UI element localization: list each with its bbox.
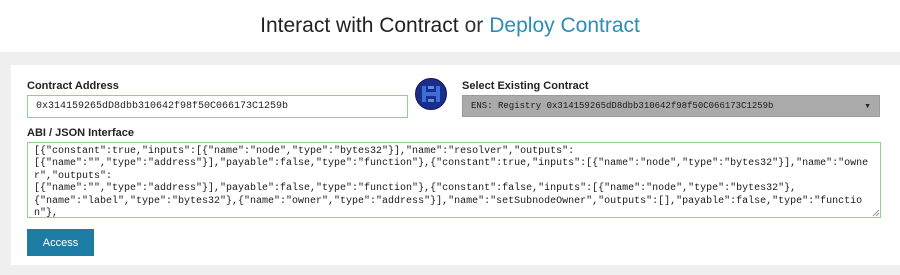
deploy-contract-link[interactable]: Deploy Contract xyxy=(489,14,640,38)
identicon-icon xyxy=(416,79,446,109)
abi-label: ABI / JSON Interface xyxy=(27,127,134,139)
existing-contract-select[interactable]: ENS: Registry 0x314159265dD8dbb310642f98… xyxy=(462,95,880,117)
access-button[interactable]: Access xyxy=(27,229,94,256)
contract-address-label: Contract Address xyxy=(27,80,119,92)
interact-title: Interact with Contract xyxy=(260,14,459,37)
page-header: Interact with Contract or Deploy Contrac… xyxy=(0,0,900,52)
select-contract-label: Select Existing Contract xyxy=(462,80,589,92)
contract-address-input[interactable] xyxy=(27,95,408,118)
resize-grip-icon[interactable] xyxy=(872,209,880,217)
contract-identicon xyxy=(415,78,447,110)
abi-json-textarea[interactable]: [{"constant":true,"inputs":[{"name":"nod… xyxy=(27,142,881,218)
caret-down-icon: ▼ xyxy=(864,102,871,110)
title-separator: or xyxy=(464,14,484,37)
select-value: ENS: Registry 0x314159265dD8dbb310642f98… xyxy=(471,101,774,111)
